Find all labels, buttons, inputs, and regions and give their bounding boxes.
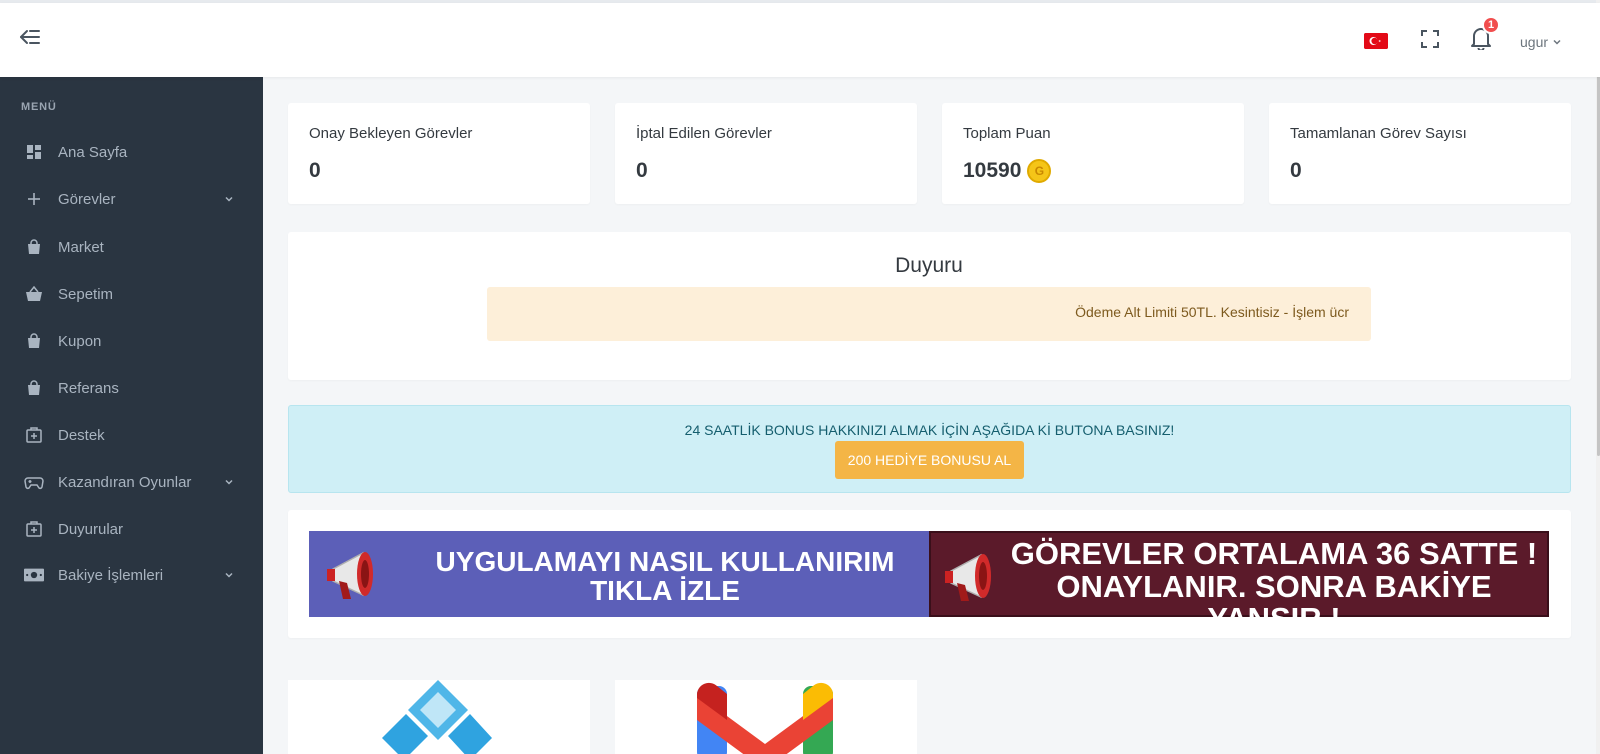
- plus-icon: [24, 189, 44, 209]
- megaphone-icon: [323, 539, 393, 609]
- user-name: ugur: [1520, 34, 1549, 50]
- medical-kit-icon: [24, 519, 44, 539]
- app-card-2[interactable]: [615, 680, 917, 754]
- stat-card-completed: Tamamlanan Görev Sayısı 0: [1269, 103, 1571, 204]
- sidebar-item-kupon[interactable]: Kupon: [0, 321, 263, 361]
- arrow-left-menu-icon: [18, 25, 42, 54]
- shopping-bag-icon: [24, 378, 44, 398]
- banner-right-line2: ONAYLANIR. SONRA BAKİYE YANSIR !: [1056, 568, 1492, 637]
- stat-number: 0: [1290, 159, 1302, 182]
- stat-value: 0: [636, 159, 648, 183]
- sidebar-item-label: Market: [58, 238, 104, 256]
- stat-title: Onay Bekleyen Görevler: [309, 125, 473, 142]
- bonus-text: 24 SAATLİK BONUS HAKKINIZI ALMAK İÇİN AŞ…: [684, 422, 1175, 438]
- stat-title: Toplam Puan: [963, 125, 1051, 142]
- sidebar-item-bakiye-islemleri[interactable]: Bakiye İşlemleri: [0, 555, 263, 595]
- chevron-down-icon: [222, 192, 236, 206]
- top-header: 1 ugur: [0, 3, 1600, 77]
- coin-icon: G: [1027, 159, 1052, 183]
- stat-card-pending: Onay Bekleyen Görevler 0: [288, 103, 590, 204]
- sidebar-item-ana-sayfa[interactable]: Ana Sayfa: [0, 132, 263, 172]
- chevron-down-icon: [222, 475, 236, 489]
- sidebar-item-label: Referans: [58, 379, 119, 397]
- sidebar-item-sepetim[interactable]: Sepetim: [0, 274, 263, 314]
- banner-left-text: UYGULAMAYI NASIL KULLANIRIM TIKLA İZLE: [417, 547, 913, 606]
- sidebar-item-label: Görevler: [58, 190, 116, 208]
- banner-card: UYGULAMAYI NASIL KULLANIRIM TIKLA İZLE G…: [288, 510, 1571, 638]
- claim-bonus-button[interactable]: 200 HEDİYE BONUSU AL: [835, 441, 1024, 479]
- money-icon: [24, 565, 44, 585]
- banner-left-line2: TIKLA İZLE: [590, 575, 740, 607]
- sidebar-item-label: Ana Sayfa: [58, 143, 128, 161]
- sidebar-item-gorevler[interactable]: Görevler: [0, 179, 263, 219]
- sidebar-item-market[interactable]: Market: [0, 227, 263, 267]
- turkish-flag-icon[interactable]: [1364, 33, 1388, 49]
- blue-diamond-logo-icon: [368, 680, 508, 754]
- stat-value: 0: [309, 159, 321, 183]
- banner-right-text: GÖREVLER ORTALAMA 36 SATTE ! ONAYLANIR. …: [1001, 536, 1547, 637]
- stat-title: Tamamlanan Görev Sayısı: [1290, 125, 1467, 142]
- menu-toggle-button[interactable]: [14, 23, 46, 55]
- announcement-marquee: Ödeme Alt Limiti 50TL. Kesintisiz - İşle…: [487, 287, 1371, 341]
- stat-number: 10590: [963, 159, 1022, 182]
- stat-value: 0: [1290, 159, 1302, 183]
- sidebar-item-duyurular[interactable]: Duyurular: [0, 509, 263, 549]
- stat-value: 10590 G: [963, 159, 1052, 183]
- sidebar-item-label: Bakiye İşlemleri: [58, 566, 164, 584]
- sidebar-item-label: Duyurular: [58, 520, 124, 538]
- fullscreen-icon: [1421, 29, 1439, 53]
- task-info-banner[interactable]: GÖREVLER ORTALAMA 36 SATTE ! ONAYLANIR. …: [929, 531, 1549, 635]
- sidebar: MENÜ Ana Sayfa Görevler Market Sepetim K…: [0, 77, 263, 754]
- fullscreen-button[interactable]: [1416, 27, 1444, 55]
- sidebar-item-label: Kazandıran Oyunlar: [58, 473, 192, 491]
- user-menu-dropdown[interactable]: ugur: [1520, 32, 1562, 52]
- announcement-card: Duyuru Ödeme Alt Limiti 50TL. Kesintisiz…: [288, 232, 1571, 380]
- dashboard-icon: [24, 142, 44, 162]
- banner-right-line1: GÖREVLER ORTALAMA 36 SATTE !: [1010, 536, 1538, 571]
- stat-number: 0: [309, 159, 321, 182]
- stat-card-total-points: Toplam Puan 10590 G: [942, 103, 1244, 204]
- chevron-down-icon: [222, 568, 236, 582]
- announcement-title: Duyuru: [895, 254, 963, 277]
- sidebar-item-kazandiran-oyunlar[interactable]: Kazandıran Oyunlar: [0, 462, 263, 502]
- app-card-1[interactable]: [288, 680, 590, 754]
- sidebar-item-destek[interactable]: Destek: [0, 415, 263, 455]
- sidebar-item-label: Destek: [58, 426, 105, 444]
- sidebar-item-referans[interactable]: Referans: [0, 368, 263, 408]
- basket-icon: [24, 284, 44, 304]
- stat-card-cancelled: İptal Edilen Görevler 0: [615, 103, 917, 204]
- gamepad-icon: [24, 472, 44, 492]
- chevron-down-icon: [1552, 34, 1562, 50]
- sidebar-item-label: Sepetim: [58, 285, 114, 303]
- shopping-bag-icon: [24, 331, 44, 351]
- banner-left-line1: UYGULAMAYI NASIL KULLANIRIM: [435, 546, 895, 577]
- medical-kit-icon: [24, 425, 44, 445]
- gmail-logo-icon: [695, 680, 835, 754]
- announcement-text: Ödeme Alt Limiti 50TL. Kesintisiz - İşle…: [1075, 304, 1349, 320]
- stat-number: 0: [636, 159, 648, 182]
- sidebar-item-label: Kupon: [58, 332, 102, 350]
- how-to-use-banner[interactable]: UYGULAMAYI NASIL KULLANIRIM TIKLA İZLE: [309, 531, 929, 617]
- notification-count-badge: 1: [1482, 16, 1501, 34]
- stat-title: İptal Edilen Görevler: [636, 125, 772, 142]
- sidebar-title: MENÜ: [21, 101, 57, 113]
- shopping-bag-icon: [24, 237, 44, 257]
- bonus-alert: 24 SAATLİK BONUS HAKKINIZI ALMAK İÇİN AŞ…: [288, 405, 1571, 493]
